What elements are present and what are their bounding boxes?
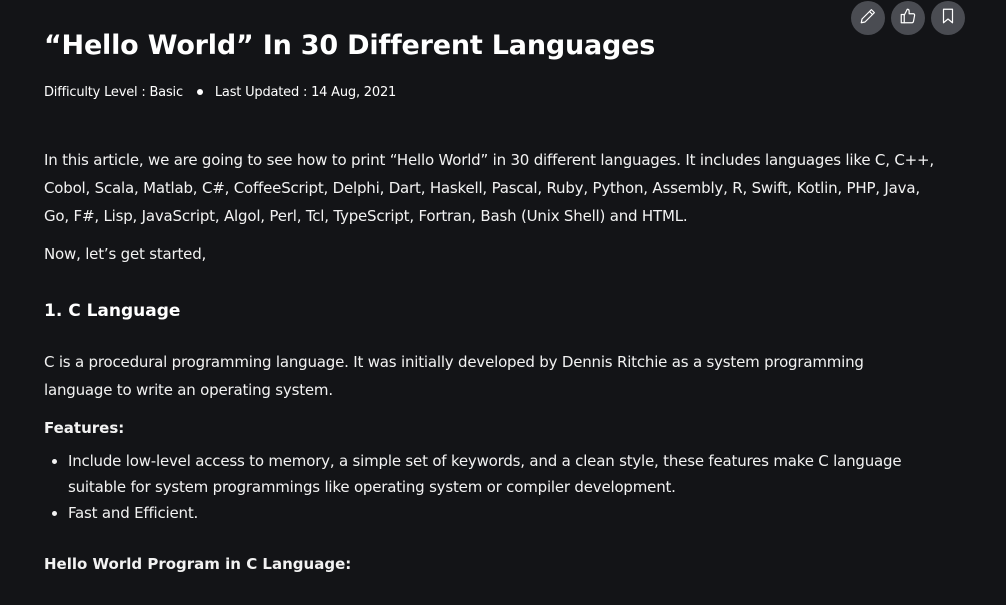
program-label: Hello World Program in C Language:: [44, 555, 352, 573]
meta-separator-dot: [196, 89, 203, 95]
article-content: “Hello World” In 30 Different Languages …: [44, 24, 944, 578]
list-item: Fast and Efficient.: [68, 500, 938, 526]
article-meta: Difficulty Level : Basic Last Updated : …: [44, 83, 944, 101]
features-list: Include low-level access to memory, a si…: [44, 448, 944, 526]
c-description: C is a procedural programming language. …: [44, 353, 864, 399]
article-title: “Hello World” In 30 Different Languages: [44, 30, 656, 61]
lets-start-paragraph: Now, let’s get started,: [44, 245, 207, 263]
list-item: Include low-level access to memory, a si…: [68, 448, 938, 500]
section-heading-c: 1. C Language: [44, 301, 181, 321]
last-updated: Last Updated : 14 Aug, 2021: [214, 84, 397, 100]
intro-paragraph: In this article, we are going to see how…: [44, 151, 934, 225]
article-page: “Hello World” In 30 Different Languages …: [0, 0, 1006, 605]
difficulty-level: Difficulty Level : Basic: [44, 84, 183, 100]
features-label: Features:: [44, 419, 125, 437]
